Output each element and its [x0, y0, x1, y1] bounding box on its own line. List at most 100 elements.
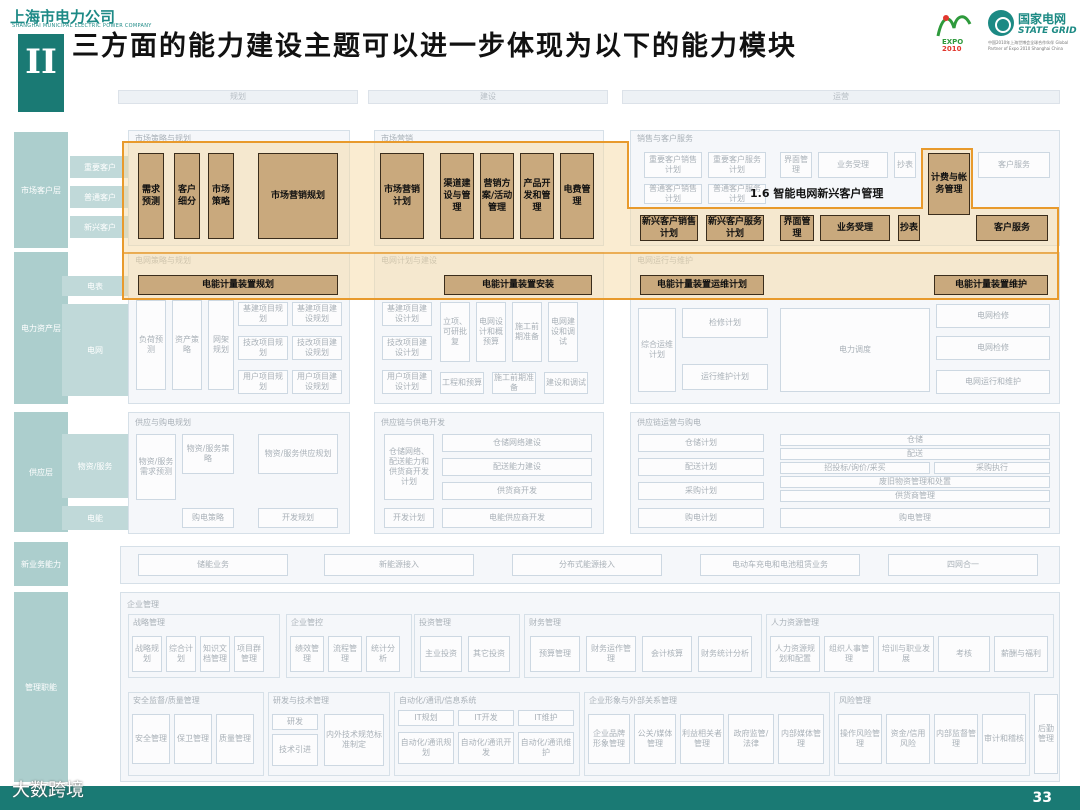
faded-box: 招投标/询价/采买 — [780, 462, 930, 474]
state-grid-cn: 国家电网 — [1018, 12, 1067, 26]
faded-box: 绩效管理 — [290, 636, 324, 672]
state-grid-emblem-icon — [988, 10, 1014, 36]
faded-box: 自动化/通讯开发 — [458, 732, 514, 764]
capability-meter-installation: 电能计量装置安装 — [444, 275, 592, 295]
faded-box: 建设和调试 — [544, 372, 588, 394]
faded-box: 审计和稽核 — [982, 714, 1026, 764]
faded-box: 培训与职业发展 — [878, 636, 934, 672]
faded-box: 用户项目规划 — [238, 370, 288, 394]
faded-box: IT维护 — [518, 710, 574, 726]
sub-row-important-customer: 重要客户 — [70, 156, 130, 178]
faded-box: 技术引进 — [272, 734, 318, 766]
sub-row-normal-customer: 普通客户 — [70, 186, 130, 208]
faded-box: 电能供应商开发 — [442, 508, 592, 528]
faded-box: 废旧物资管理和处置 — [780, 476, 1050, 488]
faded-box: 预算管理 — [530, 636, 580, 672]
faded-box: 保卫管理 — [174, 714, 212, 764]
faded-box: 物资/服务供应规划 — [258, 434, 338, 474]
faded-box: 财务统计分析 — [698, 636, 752, 672]
capability-billing-fee: 电费管理 — [560, 153, 594, 239]
capability-channel-management: 渠道建设与管理 — [440, 153, 474, 239]
faded-box: 电网检修 — [936, 336, 1050, 360]
state-grid-en: STATE GRID — [1018, 26, 1077, 36]
faded-box: 供货商开发 — [442, 482, 592, 500]
faded-box: 电网设计和概预算 — [476, 302, 506, 362]
faded-box: 电动车充电和电池租赁业务 — [700, 554, 860, 576]
faded-box: 内部媒体管理 — [778, 714, 824, 764]
row-label-assets: 电力资产层 — [14, 252, 68, 404]
faded-box: 利益相关者管理 — [680, 714, 724, 764]
state-grid-logo: 国家电网 STATE GRID 中国2010年上海世博会全球合作伙伴 Globa… — [988, 8, 1078, 51]
faded-box: 主业投资 — [420, 636, 462, 672]
capability-campaign-management: 营销方案/活动管理 — [480, 153, 514, 239]
faded-box: 分布式能源接入 — [512, 554, 662, 576]
faded-box: 储能业务 — [138, 554, 288, 576]
sub-row-new-customer: 新兴客户 — [70, 216, 130, 238]
faded-box: 施工前期准备 — [512, 302, 542, 362]
faded-box: 技改项目建设计划 — [382, 336, 432, 360]
faded-box: 技改项目规划 — [238, 336, 288, 360]
sub-row-grid: 电网 — [62, 304, 128, 396]
faded-box: 资产策略 — [172, 300, 202, 390]
faded-box: 仓储网络建设 — [442, 434, 592, 452]
footer-bar: 33 — [0, 786, 1080, 810]
row-label-supply: 供应层 — [14, 412, 68, 532]
faded-box: 开发计划 — [384, 508, 434, 528]
faded-box: 采购执行 — [934, 462, 1050, 474]
faded-box: 负荷预测 — [136, 300, 166, 390]
faded-box: 综合计划 — [166, 636, 196, 672]
capability-marketing-planning: 市场营销规划 — [258, 153, 338, 239]
page-number: 33 — [1032, 790, 1052, 806]
faded-box: 财务运作管理 — [586, 636, 636, 672]
expo-logo-icon: EXPO 2010 — [936, 15, 972, 52]
stage-arrow-operation: 运营 — [622, 90, 1060, 104]
faded-box: 自动化/通讯维护 — [518, 732, 574, 764]
capability-meter-planning: 电能计量装置规划 — [138, 275, 338, 295]
faded-box: 四网合一 — [888, 554, 1038, 576]
sub-row-electricity: 电能 — [62, 506, 128, 530]
faded-box: IT规划 — [398, 710, 454, 726]
faded-box: 政府监管/法律 — [728, 714, 774, 764]
faded-box: 用户项目建设计划 — [382, 370, 432, 394]
faded-box: 采购计划 — [638, 482, 764, 500]
faded-box: 供货商管理 — [780, 490, 1050, 502]
stage-arrow-construction: 建设 — [368, 90, 608, 104]
capability-new-customer-service: 新兴客户服务计划 — [706, 215, 764, 241]
svg-text:2010: 2010 — [942, 45, 962, 52]
faded-box: 新能源接入 — [324, 554, 474, 576]
faded-box: 后勤管理 — [1034, 694, 1058, 774]
capability-demand-forecast: 需求预测 — [138, 153, 164, 239]
faded-box: 基建项目建设计划 — [382, 302, 432, 326]
faded-box: 内外技术规范标准制定 — [324, 714, 384, 766]
faded-box: 综合运维计划 — [638, 308, 676, 392]
faded-box: 立项、可研批复 — [440, 302, 470, 362]
section-numeral: II — [25, 42, 57, 82]
faded-box: 物资/服务策略 — [182, 434, 234, 474]
faded-box: 网架规划 — [208, 300, 234, 390]
capability-interface-management: 界面管理 — [780, 215, 814, 241]
capability-meter-om-plan: 电能计量装置运维计划 — [640, 275, 764, 295]
capability-customer-service: 客户服务 — [976, 215, 1048, 241]
faded-box: 工程和预算 — [440, 372, 484, 394]
faded-box: 电网建设和调试 — [548, 302, 578, 362]
faded-box: 仓储 — [780, 434, 1050, 446]
slide-title: 三方面的能力建设主题可以进一步体现为以下的能力模块 — [72, 31, 797, 62]
faded-box: 自动化/通讯规划 — [398, 732, 454, 764]
faded-box: 仓储网络、配送能力和供货商开发计划 — [384, 434, 434, 500]
capability-billing-accounts: 计费与帐务管理 — [928, 153, 970, 215]
capability-meter-reading: 抄表 — [898, 215, 920, 241]
row-label-market: 市场客户层 — [14, 132, 68, 248]
faded-box: 薪酬与福利 — [994, 636, 1048, 672]
faded-box: 仓储计划 — [638, 434, 764, 452]
faded-box: 开发规划 — [258, 508, 338, 528]
row-label-management: 管理职能 — [14, 592, 68, 782]
faded-box: 项目群管理 — [234, 636, 264, 672]
faded-box: 其它投资 — [468, 636, 510, 672]
capability-product-development: 产品开发和管理 — [520, 153, 554, 239]
faded-box: 购电策略 — [182, 508, 234, 528]
faded-box: 购电计划 — [638, 508, 764, 528]
capability-marketing-plan: 市场营销计划 — [380, 153, 424, 239]
logo-group: EXPO 2010 国家电网 STATE GRID 中国2010年上海世博会全球… — [932, 6, 1080, 52]
faded-box: 人力资源规划和配置 — [770, 636, 820, 672]
faded-box: 质量管理 — [216, 714, 254, 764]
